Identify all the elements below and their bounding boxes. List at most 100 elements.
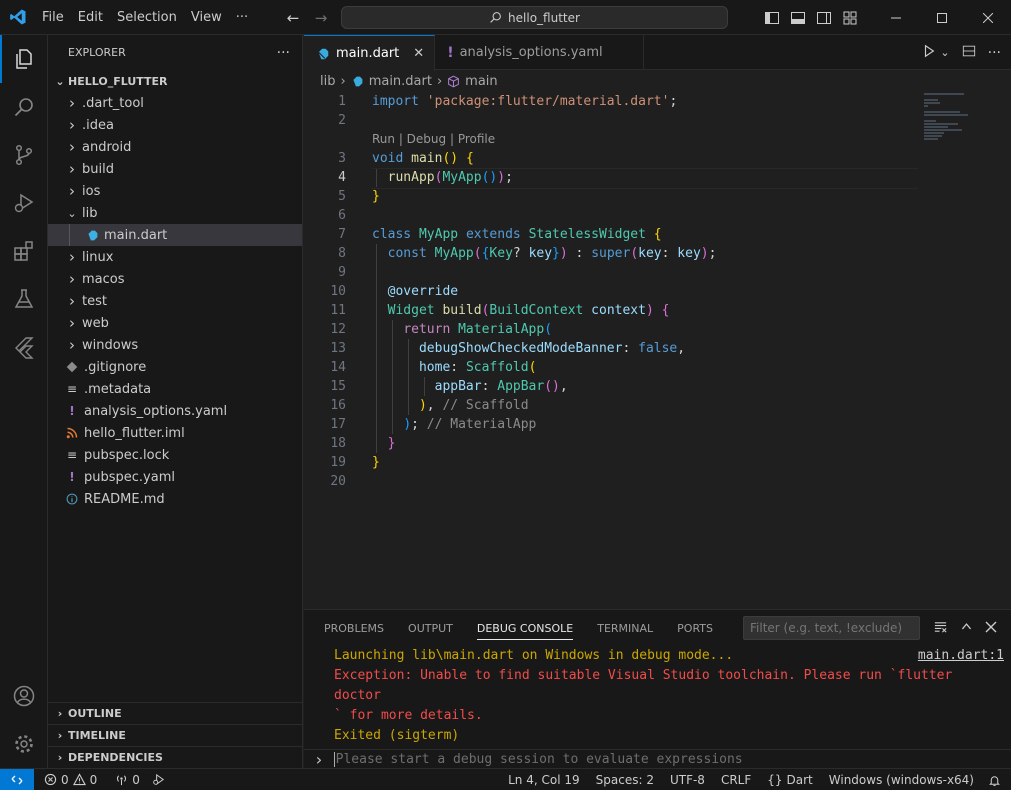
tab-problems[interactable]: PROBLEMS xyxy=(324,610,384,647)
indentation[interactable]: Spaces: 2 xyxy=(588,773,662,787)
breadcrumb-main-dart[interactable]: main.dart xyxy=(369,74,432,89)
timeline-section[interactable]: › TIMELINE xyxy=(48,724,303,746)
workspace-root-folder[interactable]: ⌄ HELLO_FLUTTER xyxy=(48,70,302,92)
tree-item-linux[interactable]: › linux xyxy=(48,246,302,268)
remote-indicator-icon[interactable] xyxy=(0,768,34,790)
menu-edit[interactable]: Edit xyxy=(71,0,110,35)
customize-layout-icon[interactable] xyxy=(837,0,863,35)
outline-label: OUTLINE xyxy=(68,707,122,720)
ports-status[interactable]: 0 xyxy=(109,773,146,787)
codelens-run-debug-profile[interactable]: Run | Debug | Profile xyxy=(346,130,495,149)
manage-gear-icon[interactable] xyxy=(0,720,48,768)
breadcrumb-lib[interactable]: lib xyxy=(320,74,335,89)
tab-debug-console[interactable]: DEBUG CONSOLE xyxy=(476,610,574,647)
chevron-down-icon[interactable]: ⌄ xyxy=(940,46,949,59)
menu-selection[interactable]: Selection xyxy=(110,0,184,35)
search-icon[interactable] xyxy=(0,83,48,131)
go-back-arrow-icon[interactable]: ← xyxy=(284,9,302,27)
split-editor-icon[interactable] xyxy=(962,44,976,62)
title-bar: File Edit Selection View ··· ← → hello_f… xyxy=(0,0,1011,35)
tree-item-main-dart[interactable]: main.dart xyxy=(48,224,302,246)
explorer-more-actions-icon[interactable]: ··· xyxy=(277,45,290,61)
tab-main-dart[interactable]: main.dart ✕ xyxy=(304,35,436,71)
search-icon xyxy=(490,12,501,23)
code-token: key xyxy=(528,246,553,261)
line-number: 11 xyxy=(330,303,346,318)
tab-terminal[interactable]: TERMINAL xyxy=(597,610,653,647)
tree-item-ios[interactable]: › ios xyxy=(48,180,302,202)
source-link[interactable]: main.dart:1 xyxy=(918,646,1004,666)
tree-item-metadata[interactable]: ≡ .metadata xyxy=(48,378,302,400)
close-window-icon[interactable] xyxy=(965,0,1011,35)
toggle-secondary-sidebar-icon[interactable] xyxy=(811,0,837,35)
tree-item-pubspec-lock[interactable]: ≡ pubspec.lock xyxy=(48,444,302,466)
close-panel-icon[interactable] xyxy=(985,621,997,637)
code-line: 13 debugShowCheckedModeBanner: false, xyxy=(304,339,924,358)
repl-input[interactable]: Please start a debug session to evaluate… xyxy=(333,752,743,767)
debug-console-filter-input[interactable] xyxy=(743,616,920,640)
tree-item-gitignore[interactable]: .gitignore xyxy=(48,356,302,378)
tree-item-android[interactable]: › android xyxy=(48,136,302,158)
breadcrumb-main-symbol[interactable]: main xyxy=(465,74,497,89)
tree-item-dart-tool[interactable]: › .dart_tool xyxy=(48,92,302,114)
problems-status[interactable]: 0 0 xyxy=(38,773,103,787)
chevron-right-icon: › xyxy=(436,73,443,89)
tree-item-readme-md[interactable]: README.md xyxy=(48,488,302,510)
tree-item-lib[interactable]: ⌄ lib xyxy=(48,202,302,224)
code-token: Scaffold xyxy=(465,360,529,375)
tree-item-test[interactable]: › test xyxy=(48,290,302,312)
tree-item-idea[interactable]: › .idea xyxy=(48,114,302,136)
minimize-icon[interactable] xyxy=(873,0,919,35)
minimap[interactable] xyxy=(924,92,1004,152)
run-and-debug-icon[interactable] xyxy=(0,179,48,227)
file-encoding[interactable]: UTF-8 xyxy=(662,773,713,787)
cursor-position[interactable]: Ln 4, Col 19 xyxy=(500,773,588,787)
dependencies-section[interactable]: › DEPENDENCIES xyxy=(48,746,303,768)
tree-item-analysis-options-yaml[interactable]: ! analysis_options.yaml xyxy=(48,400,302,422)
go-forward-arrow-icon[interactable]: → xyxy=(312,9,330,27)
tab-analysis-options[interactable]: ! analysis_options.yaml xyxy=(435,35,644,70)
tab-output[interactable]: OUTPUT xyxy=(408,610,453,647)
end-of-line[interactable]: CRLF xyxy=(713,773,759,787)
chevron-right-icon: › xyxy=(69,248,75,266)
accounts-icon[interactable] xyxy=(0,672,48,720)
run-play-icon[interactable] xyxy=(922,44,936,62)
code-token: const xyxy=(387,246,427,261)
tree-item-windows[interactable]: › windows xyxy=(48,334,302,356)
toggle-primary-sidebar-icon[interactable] xyxy=(759,0,785,35)
tree-item-pubspec-yaml[interactable]: ! pubspec.yaml xyxy=(48,466,302,488)
testing-flask-icon[interactable] xyxy=(0,275,48,323)
debug-launch-icon[interactable] xyxy=(146,773,171,786)
menu-more[interactable]: ··· xyxy=(229,0,255,35)
more-actions-icon[interactable]: ··· xyxy=(988,45,1001,61)
command-center-search[interactable]: hello_flutter xyxy=(341,6,728,29)
ports-count: 0 xyxy=(132,772,140,787)
tab-ports[interactable]: PORTS xyxy=(677,610,713,647)
source-control-icon[interactable] xyxy=(0,131,48,179)
explorer-icon[interactable] xyxy=(0,35,48,83)
tree-item-macos[interactable]: › macos xyxy=(48,268,302,290)
maximize-icon[interactable] xyxy=(919,0,965,35)
device-selector[interactable]: Windows (windows-x64) xyxy=(821,773,982,787)
tree-item-label: test xyxy=(82,293,107,309)
menu-view[interactable]: View xyxy=(184,0,229,35)
chevron-right-icon: › xyxy=(69,116,75,134)
toggle-panel-icon[interactable] xyxy=(785,0,811,35)
code-editor[interactable]: 1 import 'package:flutter/material.dart';… xyxy=(304,92,924,491)
flutter-icon[interactable] xyxy=(0,323,48,371)
outline-section[interactable]: › OUTLINE xyxy=(48,702,303,724)
tab-label: analysis_options.yaml xyxy=(459,45,603,60)
extensions-icon[interactable] xyxy=(0,227,48,275)
clear-console-icon[interactable] xyxy=(933,619,948,638)
maximize-panel-icon[interactable] xyxy=(960,620,973,637)
language-mode[interactable]: {} Dart xyxy=(759,773,821,787)
tree-item-hello-flutter-iml[interactable]: hello_flutter.iml xyxy=(48,422,302,444)
tree-item-web[interactable]: › web xyxy=(48,312,302,334)
tree-item-build[interactable]: › build xyxy=(48,158,302,180)
code-token: MaterialApp xyxy=(458,322,545,337)
menu-file[interactable]: File xyxy=(35,0,71,35)
notifications-bell-icon[interactable] xyxy=(982,774,1011,787)
vscode-logo-icon[interactable] xyxy=(0,0,35,35)
tree-item-label: hello_flutter.iml xyxy=(84,425,185,441)
close-tab-icon[interactable]: ✕ xyxy=(413,46,424,61)
